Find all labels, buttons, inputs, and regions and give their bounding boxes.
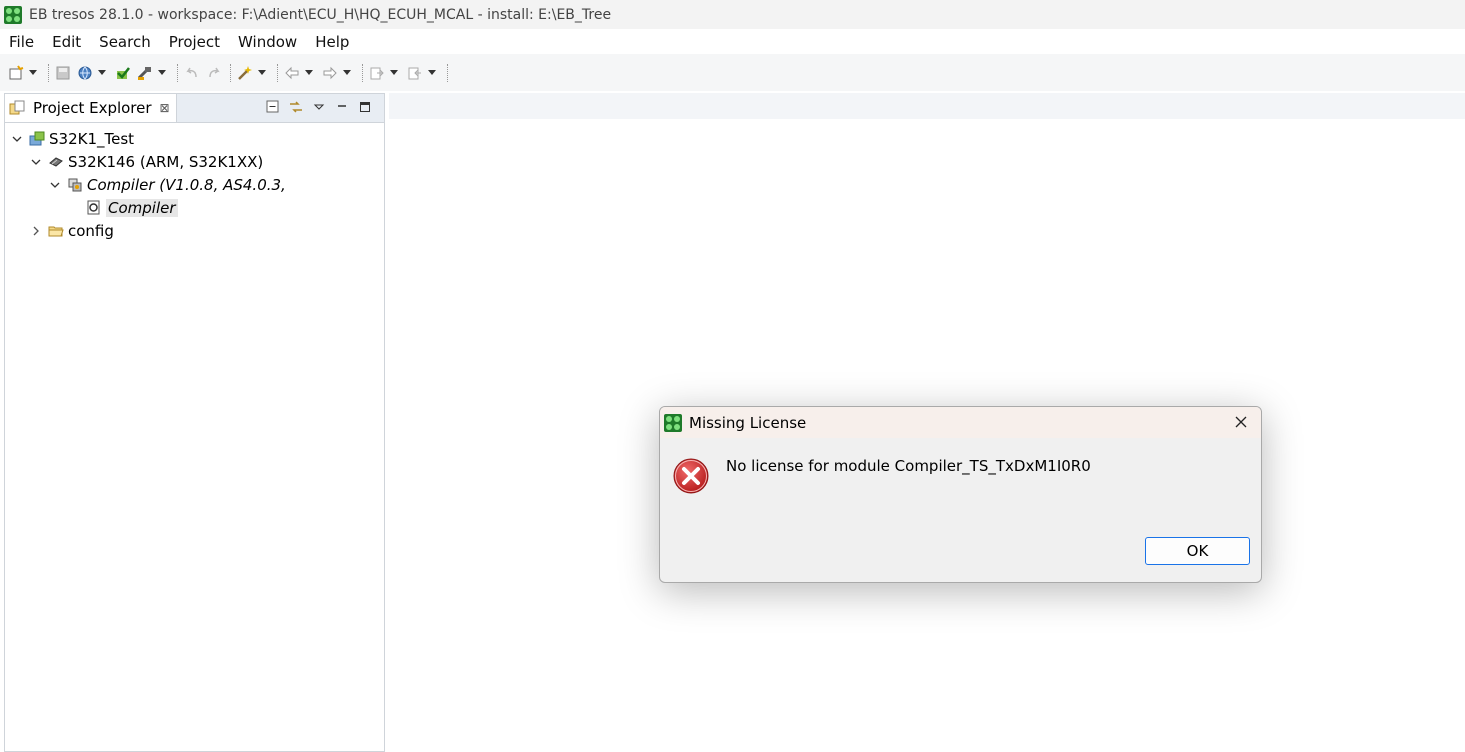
editor-tabstrip bbox=[389, 93, 1465, 119]
chevron-right-icon[interactable] bbox=[30, 225, 42, 237]
eb-tresos-app-icon bbox=[664, 413, 682, 432]
chevron-down-icon[interactable] bbox=[11, 133, 23, 145]
build-dropdown[interactable] bbox=[157, 63, 167, 83]
back-dropdown[interactable] bbox=[304, 63, 314, 83]
ok-button[interactable]: OK bbox=[1145, 537, 1250, 565]
menu-search[interactable]: Search bbox=[99, 33, 151, 51]
eb-tresos-app-icon bbox=[4, 5, 22, 24]
toolbar-separator bbox=[277, 63, 278, 82]
new-icon[interactable] bbox=[6, 63, 26, 83]
tree-item-label: S32K1_Test bbox=[49, 129, 135, 148]
toolbar-separator bbox=[230, 63, 231, 82]
view-menu-icon[interactable] bbox=[310, 98, 328, 116]
forward-icon[interactable] bbox=[320, 63, 340, 83]
wand-dropdown[interactable] bbox=[257, 63, 267, 83]
collapse-all-icon[interactable] bbox=[264, 98, 282, 116]
close-icon[interactable]: ⊠ bbox=[160, 101, 170, 115]
dialog-titlebar: Missing License bbox=[660, 407, 1261, 438]
project-icon bbox=[29, 131, 45, 147]
module-icon bbox=[67, 177, 83, 193]
dialog-title: Missing License bbox=[689, 413, 807, 432]
project-tree: S32K1_Test S32K146 (ARM, S32K1XX) Compil… bbox=[5, 123, 384, 242]
toolbar-separator bbox=[362, 63, 363, 82]
toolbar-separator bbox=[447, 63, 448, 82]
project-explorer-view: Project Explorer ⊠ S32K1_Test S32K146 (A… bbox=[4, 93, 385, 752]
tree-item-label: S32K146 (ARM, S32K1XX) bbox=[68, 152, 264, 171]
new-dropdown[interactable] bbox=[28, 63, 38, 83]
window-title: EB tresos 28.1.0 - workspace: F:\Adient\… bbox=[29, 6, 612, 23]
menu-help[interactable]: Help bbox=[315, 33, 349, 51]
explorer-icon bbox=[9, 100, 25, 116]
import-dropdown[interactable] bbox=[389, 63, 399, 83]
forward-dropdown[interactable] bbox=[342, 63, 352, 83]
menu-project[interactable]: Project bbox=[169, 33, 220, 51]
save-icon[interactable] bbox=[53, 63, 73, 83]
tree-item-label: config bbox=[68, 221, 114, 240]
wand-icon[interactable] bbox=[235, 63, 255, 83]
chip-icon bbox=[48, 154, 64, 170]
check-icon[interactable] bbox=[113, 63, 133, 83]
menu-bar: File Edit Search Project Window Help bbox=[0, 29, 1465, 54]
main-toolbar bbox=[0, 54, 1465, 91]
build-icon[interactable] bbox=[135, 63, 155, 83]
error-icon bbox=[673, 458, 709, 494]
menu-edit[interactable]: Edit bbox=[52, 33, 81, 51]
tree-item-compiler-config[interactable]: Compiler bbox=[5, 196, 384, 219]
export-icon[interactable] bbox=[405, 63, 425, 83]
back-icon[interactable] bbox=[282, 63, 302, 83]
globe-icon[interactable] bbox=[75, 63, 95, 83]
globe-dropdown[interactable] bbox=[97, 63, 107, 83]
export-dropdown[interactable] bbox=[427, 63, 437, 83]
config-node-icon bbox=[86, 200, 102, 216]
chevron-down-icon[interactable] bbox=[49, 179, 61, 191]
redo-icon[interactable] bbox=[204, 63, 224, 83]
undo-icon[interactable] bbox=[182, 63, 202, 83]
window-titlebar: EB tresos 28.1.0 - workspace: F:\Adient\… bbox=[0, 0, 1465, 29]
link-with-editor-icon[interactable] bbox=[287, 98, 305, 116]
toolbar-separator bbox=[177, 63, 178, 82]
toolbar-separator bbox=[48, 63, 49, 82]
explorer-tabbar: Project Explorer ⊠ bbox=[5, 94, 384, 123]
menu-window[interactable]: Window bbox=[238, 33, 297, 51]
tree-item-label: Compiler bbox=[106, 198, 178, 217]
maximize-icon[interactable] bbox=[356, 98, 374, 116]
folder-icon bbox=[48, 223, 64, 239]
tab-project-explorer-label: Project Explorer bbox=[33, 99, 152, 117]
chevron-down-icon[interactable] bbox=[30, 156, 42, 168]
close-icon[interactable] bbox=[1231, 412, 1251, 432]
tree-item-s32k1-test[interactable]: S32K1_Test bbox=[5, 127, 384, 150]
explorer-view-actions bbox=[259, 98, 374, 116]
tree-item-compiler-module[interactable]: Compiler (V1.0.8, AS4.0.3, bbox=[5, 173, 384, 196]
tree-item-label: Compiler (V1.0.8, AS4.0.3, bbox=[87, 175, 286, 194]
minimize-icon[interactable] bbox=[333, 98, 351, 116]
import-icon[interactable] bbox=[367, 63, 387, 83]
dialog-message: No license for module Compiler_TS_TxDxM1… bbox=[726, 457, 1091, 475]
tree-item-s32k146[interactable]: S32K146 (ARM, S32K1XX) bbox=[5, 150, 384, 173]
tab-project-explorer[interactable]: Project Explorer ⊠ bbox=[5, 94, 177, 122]
menu-file[interactable]: File bbox=[9, 33, 34, 51]
tree-item-config[interactable]: config bbox=[5, 219, 384, 242]
missing-license-dialog: Missing License No license for module Co… bbox=[659, 406, 1262, 583]
